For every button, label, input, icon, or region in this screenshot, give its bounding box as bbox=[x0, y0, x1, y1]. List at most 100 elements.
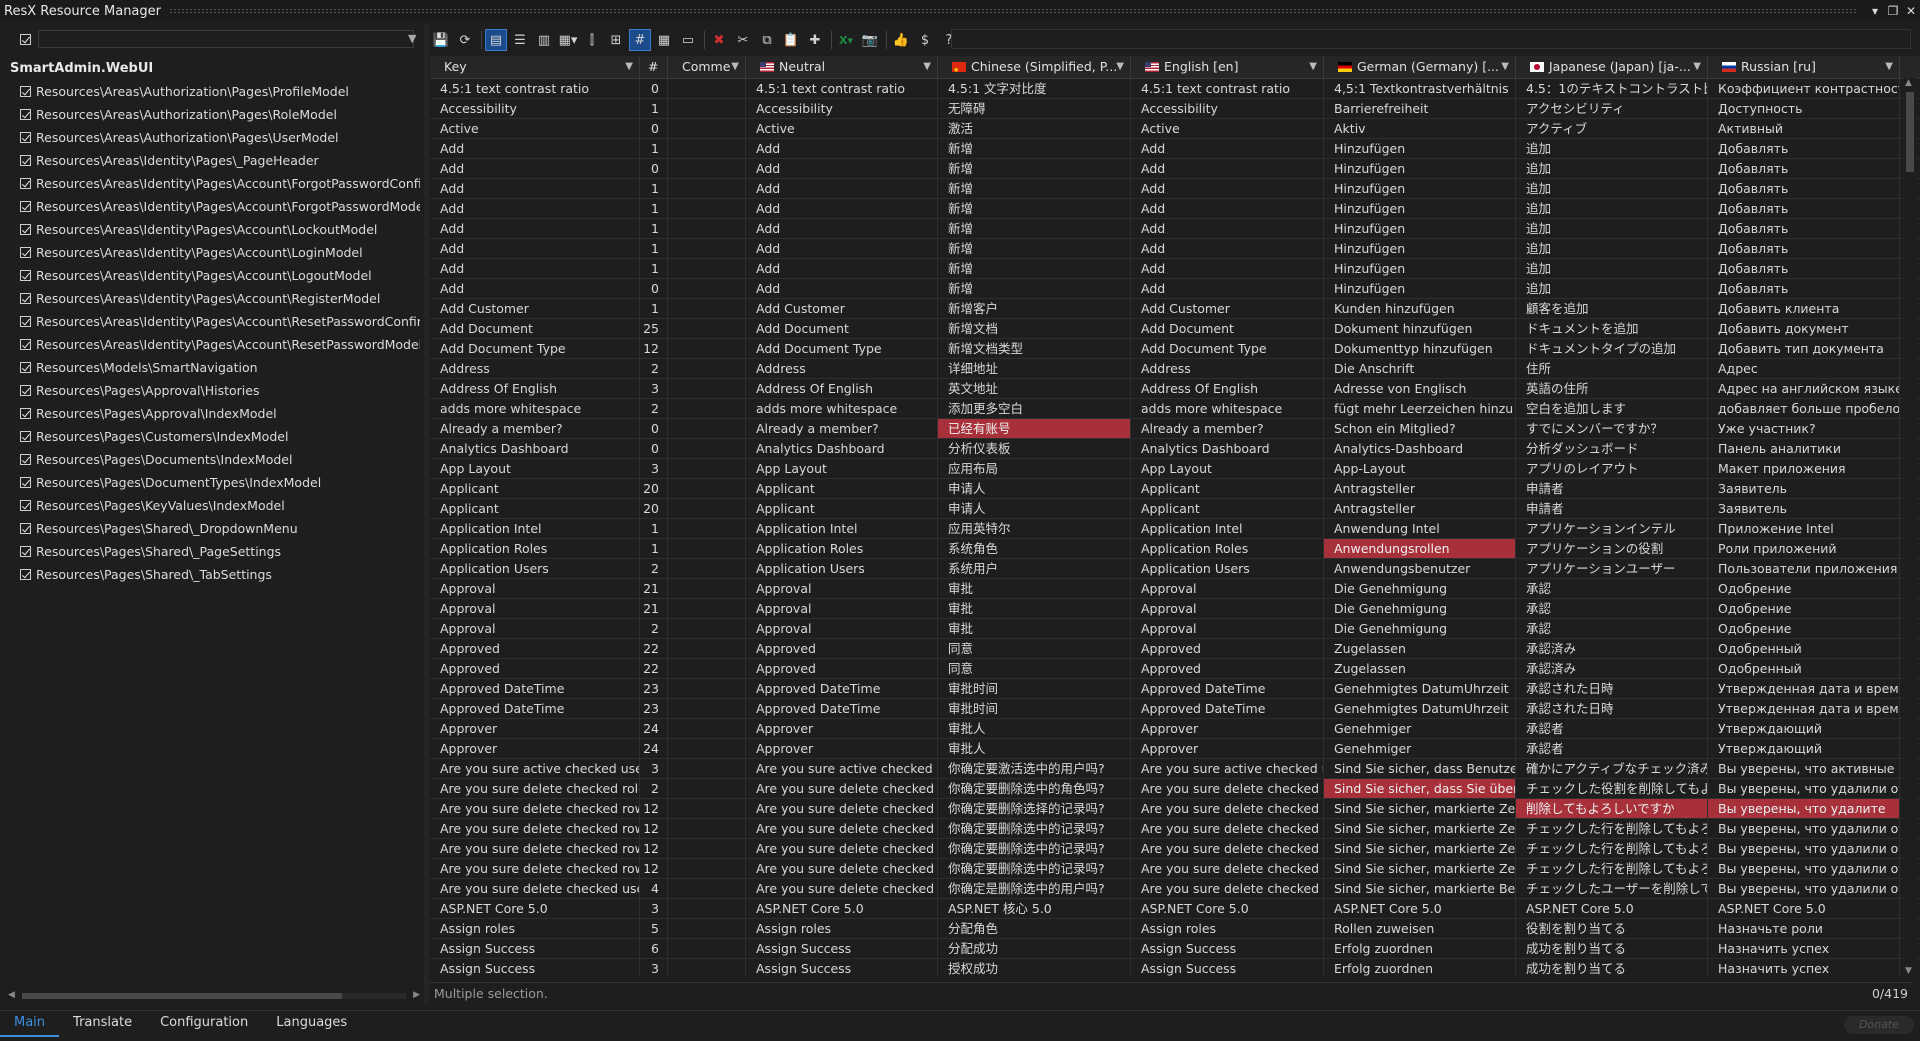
cell-ru[interactable]: Добавлять bbox=[1708, 199, 1900, 218]
cell-num[interactable]: 25 bbox=[640, 319, 668, 338]
tree-item[interactable]: Resources\Areas\Identity\Pages\Account\L… bbox=[0, 218, 420, 241]
cell-com[interactable] bbox=[668, 899, 746, 918]
cell-ru[interactable]: Утверждающий bbox=[1708, 719, 1900, 738]
cell-num[interactable]: 5 bbox=[640, 919, 668, 938]
tree-item[interactable]: Resources\Pages\Shared\_DropdownMenu bbox=[0, 517, 420, 540]
cell-ru[interactable]: Вы уверены, что удалили отме bbox=[1708, 779, 1900, 798]
column-header-ru[interactable]: Russian [ru] ▼ bbox=[1708, 56, 1900, 78]
cell-de[interactable]: Antragsteller bbox=[1324, 499, 1516, 518]
cell-zh[interactable]: ASP.NET 核心 5.0 bbox=[938, 899, 1131, 918]
cell-zh[interactable]: 详细地址 bbox=[938, 359, 1131, 378]
cell-ru[interactable]: Заявитель bbox=[1708, 479, 1900, 498]
cell-ja[interactable]: 成功を割り当てる bbox=[1516, 959, 1708, 976]
cell-en[interactable]: Assign Success bbox=[1131, 939, 1324, 958]
cell-zh[interactable]: 新增 bbox=[938, 279, 1131, 298]
cell-zh[interactable]: 添加更多空白 bbox=[938, 399, 1131, 418]
dropdown-icon[interactable]: ▾ bbox=[1866, 4, 1884, 18]
cell-neu[interactable]: Are you sure delete checked row bbox=[746, 799, 938, 818]
cell-neu[interactable]: Assign Success bbox=[746, 959, 938, 976]
cell-num[interactable]: 0 bbox=[640, 119, 668, 138]
column-filter-icon[interactable]: ▼ bbox=[1501, 56, 1509, 78]
tree-item-checkbox[interactable] bbox=[20, 109, 31, 120]
cell-num[interactable]: 1 bbox=[640, 99, 668, 118]
cell-neu[interactable]: Are you sure delete checked row bbox=[746, 819, 938, 838]
table-row[interactable]: Add Customer 1 Add Customer 新增客户 Add Custome… bbox=[430, 299, 1920, 319]
cell-zh[interactable]: 新增 bbox=[938, 159, 1131, 178]
cell-num[interactable]: 12 bbox=[640, 839, 668, 858]
tree-item-checkbox[interactable] bbox=[20, 477, 31, 488]
table-row[interactable]: Approval 21 Approval 审批 Approval Die Genehmig… bbox=[430, 579, 1920, 599]
scroll-up-icon[interactable]: ▲ bbox=[1905, 78, 1912, 88]
cell-zh[interactable]: 新增 bbox=[938, 179, 1131, 198]
cell-zh[interactable]: 系统用户 bbox=[938, 559, 1131, 578]
cell-ru[interactable]: Активный bbox=[1708, 119, 1900, 138]
cell-ja[interactable]: 承認された日時 bbox=[1516, 679, 1708, 698]
cell-key[interactable]: Already a member? bbox=[430, 419, 640, 438]
add-icon[interactable]: ✚ bbox=[804, 29, 826, 51]
table-row[interactable]: Address 2 Address 详细地址 Address Die Anschrift 住… bbox=[430, 359, 1920, 379]
cell-neu[interactable]: Application Users bbox=[746, 559, 938, 578]
tree-item[interactable]: Resources\Pages\Shared\_PageSettings bbox=[0, 540, 420, 563]
cell-de[interactable]: Sind Sie sicher, dass Benutzer ak bbox=[1324, 759, 1516, 778]
list-view-icon[interactable]: ☰ bbox=[509, 29, 531, 51]
close-icon[interactable]: ✕ bbox=[1902, 4, 1920, 18]
column-header-de[interactable]: German (Germany) [... ▼ bbox=[1324, 56, 1516, 78]
cell-ru[interactable]: Адрес bbox=[1708, 359, 1900, 378]
cell-key[interactable]: Approval bbox=[430, 619, 640, 638]
cell-key[interactable]: Approver bbox=[430, 719, 640, 738]
cell-zh[interactable]: 你确定是删除选中的用户吗? bbox=[938, 879, 1131, 898]
table-row[interactable]: Applicant 20 Applicant 申请人 Applicant Antragst… bbox=[430, 499, 1920, 519]
cell-neu[interactable]: Assign roles bbox=[746, 919, 938, 938]
cell-en[interactable]: Are you sure active checked user bbox=[1131, 759, 1324, 778]
cell-ru[interactable]: добавляет больше пробелов bbox=[1708, 399, 1900, 418]
hierarchy-icon[interactable]: ⊞ bbox=[605, 29, 627, 51]
cell-key[interactable]: Assign roles bbox=[430, 919, 640, 938]
cell-ja[interactable]: 承認済み bbox=[1516, 659, 1708, 678]
cell-num[interactable]: 2 bbox=[640, 559, 668, 578]
cell-com[interactable] bbox=[668, 79, 746, 98]
cell-ru[interactable]: Панель аналитики bbox=[1708, 439, 1900, 458]
cell-ja[interactable]: 追加 bbox=[1516, 259, 1708, 278]
cell-ja[interactable]: 成功を割り当てる bbox=[1516, 939, 1708, 958]
cell-neu[interactable]: Approver bbox=[746, 739, 938, 758]
tree-item-checkbox[interactable] bbox=[20, 178, 31, 189]
cell-key[interactable]: Address bbox=[430, 359, 640, 378]
cell-en[interactable]: Analytics Dashboard bbox=[1131, 439, 1324, 458]
grid-vertical-scrollbar[interactable]: ▲ ▼ bbox=[1903, 78, 1917, 976]
table-row[interactable]: Add 1 Add 新增 Add Hinzufügen 追加 Добавлять bbox=[430, 219, 1920, 239]
cell-num[interactable]: 3 bbox=[640, 759, 668, 778]
table-row[interactable]: Approved DateTime 23 Approved DateTime 审批时间… bbox=[430, 699, 1920, 719]
cell-num[interactable]: 23 bbox=[640, 679, 668, 698]
cell-de[interactable]: Dokument hinzufügen bbox=[1324, 319, 1516, 338]
table-row[interactable]: Active 0 Active 激活 Active Aktiv アクティブ Активный bbox=[430, 119, 1920, 139]
cell-zh[interactable]: 你确定要删除选中的记录吗? bbox=[938, 819, 1131, 838]
tree-item[interactable]: Resources\Pages\Customers\IndexModel bbox=[0, 425, 420, 448]
cell-ja[interactable]: 追加 bbox=[1516, 219, 1708, 238]
table-row[interactable]: Are you sure delete checked row 12 Are you… bbox=[430, 819, 1920, 839]
cell-ru[interactable]: Макет приложения bbox=[1708, 459, 1900, 478]
cell-en[interactable]: Application Users bbox=[1131, 559, 1324, 578]
cell-zh[interactable]: 审批时间 bbox=[938, 699, 1131, 718]
cell-key[interactable]: Add Customer bbox=[430, 299, 640, 318]
cell-en[interactable]: adds more whitespace bbox=[1131, 399, 1324, 418]
cell-num[interactable]: 1 bbox=[640, 139, 668, 158]
cell-neu[interactable]: Approved bbox=[746, 639, 938, 658]
cell-de[interactable]: Hinzufügen bbox=[1324, 239, 1516, 258]
cell-num[interactable]: 3 bbox=[640, 379, 668, 398]
cell-en[interactable]: Application Intel bbox=[1131, 519, 1324, 538]
cell-key[interactable]: Add bbox=[430, 179, 640, 198]
cell-zh[interactable]: 授权成功 bbox=[938, 959, 1131, 976]
cell-neu[interactable]: Add Customer bbox=[746, 299, 938, 318]
cell-ja[interactable]: 承認 bbox=[1516, 619, 1708, 638]
tree-item[interactable]: Resources\Areas\Authorization\Pages\User… bbox=[0, 126, 420, 149]
scroll-thumb[interactable] bbox=[22, 993, 342, 999]
cell-key[interactable]: Approved bbox=[430, 639, 640, 658]
columns-icon[interactable]: ▥ bbox=[533, 29, 555, 51]
cell-com[interactable] bbox=[668, 119, 746, 138]
table-row[interactable]: Approved DateTime 23 Approved DateTime 审批时间… bbox=[430, 679, 1920, 699]
cell-zh[interactable]: 分析仪表板 bbox=[938, 439, 1131, 458]
table-row[interactable]: Are you sure delete checked row 12 Are you… bbox=[430, 799, 1920, 819]
table-row[interactable]: Assign Success 3 Assign Success 授权成功 Assign … bbox=[430, 959, 1920, 976]
cell-com[interactable] bbox=[668, 599, 746, 618]
excel-icon[interactable]: X▾ bbox=[835, 29, 857, 51]
